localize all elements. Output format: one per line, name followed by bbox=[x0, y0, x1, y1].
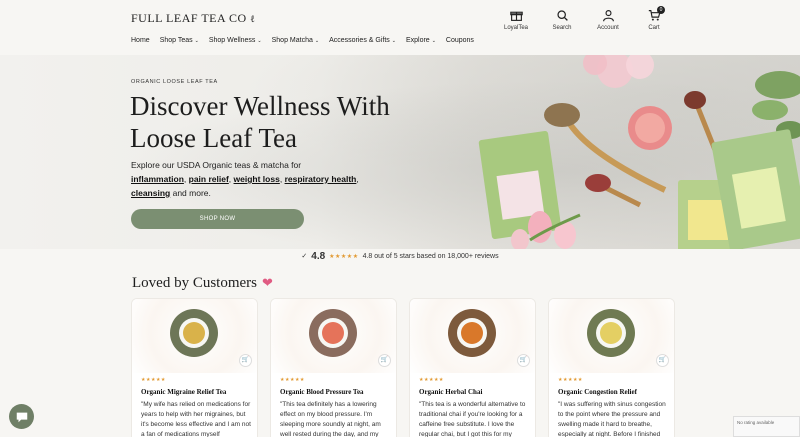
link-weight-loss[interactable]: weight loss bbox=[234, 174, 280, 184]
review-card[interactable]: 🛒 ★★★★★ Organic Migraine Relief Tea "My … bbox=[131, 298, 258, 437]
link-pain-relief[interactable]: pain relief bbox=[189, 174, 229, 184]
chevron-down-icon: ⌄ bbox=[314, 38, 320, 44]
product-image: 🛒 bbox=[410, 299, 535, 373]
nav-shop-matcha[interactable]: Shop Matcha ⌄ bbox=[272, 37, 319, 44]
tea-cup-image bbox=[170, 309, 218, 357]
product-image: 🛒 bbox=[549, 299, 674, 373]
product-name[interactable]: Organic Blood Pressure Tea bbox=[280, 388, 395, 396]
quick-add-cart-icon[interactable]: 🛒 bbox=[656, 354, 669, 367]
nav-shop-wellness[interactable]: Shop Wellness ⌄ bbox=[209, 37, 262, 44]
link-cleansing[interactable]: cleansing bbox=[131, 188, 170, 198]
tea-cup-image bbox=[309, 309, 357, 357]
chat-icon bbox=[16, 412, 27, 422]
rating-score: 4.8 bbox=[311, 250, 326, 262]
review-quote: "This tea definitely has a lowering effe… bbox=[280, 401, 381, 437]
chevron-down-icon: ⌄ bbox=[257, 38, 262, 44]
tea-cup-image bbox=[448, 309, 496, 357]
shop-now-button[interactable]: SHOP NOW bbox=[131, 209, 304, 229]
quick-add-cart-icon[interactable]: 🛒 bbox=[239, 354, 252, 367]
review-card[interactable]: 🛒 ★★★★★ Organic Blood Pressure Tea "This… bbox=[270, 298, 397, 437]
product-image: 🛒 bbox=[132, 299, 257, 373]
cart-count-badge: 0 bbox=[657, 6, 665, 14]
section-title: Loved by Customers ❤ bbox=[132, 275, 273, 291]
nav-explore[interactable]: Explore ⌄ bbox=[406, 37, 436, 44]
chevron-down-icon: ⌄ bbox=[431, 38, 436, 44]
brand-logo[interactable]: FULL LEAF TEA CO ℓ bbox=[131, 11, 255, 26]
review-quote: "My wife has relied on medications for y… bbox=[141, 401, 251, 437]
loyaltea-button[interactable]: LoyalTea bbox=[498, 9, 534, 31]
link-respiratory-health[interactable]: respiratory health bbox=[285, 174, 357, 184]
product-name[interactable]: Organic Herbal Chai bbox=[419, 388, 534, 396]
review-cards: 🛒 ★★★★★ Organic Migraine Relief Tea "My … bbox=[131, 298, 675, 437]
product-name[interactable]: Organic Migraine Relief Tea bbox=[141, 388, 256, 396]
hero-eyebrow: ORGANIC LOOSE LEAF TEA bbox=[131, 79, 218, 85]
product-name[interactable]: Organic Congestion Relief bbox=[558, 388, 673, 396]
account-icon bbox=[602, 10, 614, 22]
main-nav: Home Shop Teas ⌄ Shop Wellness ⌄ Shop Matc… bbox=[131, 37, 474, 44]
header-icons: LoyalTea Search Account 0 Cart bbox=[498, 6, 672, 31]
gift-icon bbox=[509, 11, 523, 21]
checkmark-icon: ✓ bbox=[301, 253, 308, 260]
hero-headline: Discover Wellness With Loose Leaf Tea bbox=[130, 91, 390, 153]
review-card[interactable]: 🛒 ★★★★★ Organic Herbal Chai "This tea is… bbox=[409, 298, 536, 437]
hero-subtext: Explore our USDA Organic teas & matcha f… bbox=[131, 160, 359, 198]
quick-add-cart-icon[interactable]: 🛒 bbox=[517, 354, 530, 367]
site-header: FULL LEAF TEA CO ℓ LoyalTea Search Accou… bbox=[0, 0, 800, 55]
chat-widget-button[interactable] bbox=[9, 404, 34, 429]
nav-home[interactable]: Home bbox=[131, 37, 150, 44]
review-stars: ★★★★★ bbox=[558, 377, 583, 383]
quick-add-cart-icon[interactable]: 🛒 bbox=[378, 354, 391, 367]
nav-shop-teas[interactable]: Shop Teas ⌄ bbox=[160, 37, 199, 44]
rating-bar: ✓ 4.8 ★★★★★ 4.8 out of 5 stars based on … bbox=[0, 249, 800, 263]
review-quote: "This tea is a wonderful alternative to … bbox=[419, 401, 526, 437]
hero-product-image bbox=[478, 55, 800, 249]
chevron-down-icon: ⌄ bbox=[194, 38, 199, 44]
recaptcha-badge[interactable]: No rating available bbox=[733, 416, 800, 437]
nav-coupons[interactable]: Coupons bbox=[446, 37, 474, 44]
search-icon bbox=[556, 10, 568, 21]
review-quote: "I was suffering with sinus congestion t… bbox=[558, 401, 666, 437]
product-image: 🛒 bbox=[271, 299, 396, 373]
chevron-down-icon: ⌄ bbox=[391, 38, 396, 44]
review-card[interactable]: 🛒 ★★★★★ Organic Congestion Relief "I was… bbox=[548, 298, 675, 437]
search-button[interactable]: Search bbox=[544, 9, 580, 31]
nav-accessories-gifts[interactable]: Accessories & Gifts ⌄ bbox=[329, 37, 396, 44]
link-inflammation[interactable]: inflammation bbox=[131, 174, 184, 184]
hero-banner: ORGANIC LOOSE LEAF TEA Discover Wellness… bbox=[0, 55, 800, 249]
tea-cup-image bbox=[587, 309, 635, 357]
cart-button[interactable]: 0 Cart bbox=[636, 6, 672, 31]
review-stars: ★★★★★ bbox=[280, 377, 305, 383]
rating-text[interactable]: 4.8 out of 5 stars based on 18,000+ revi… bbox=[363, 253, 499, 260]
review-stars: ★★★★★ bbox=[419, 377, 444, 383]
rating-stars: ★★★★★ bbox=[329, 253, 359, 260]
review-stars: ★★★★★ bbox=[141, 377, 166, 383]
account-button[interactable]: Account bbox=[590, 9, 626, 31]
heart-icon: ❤ bbox=[262, 275, 273, 290]
